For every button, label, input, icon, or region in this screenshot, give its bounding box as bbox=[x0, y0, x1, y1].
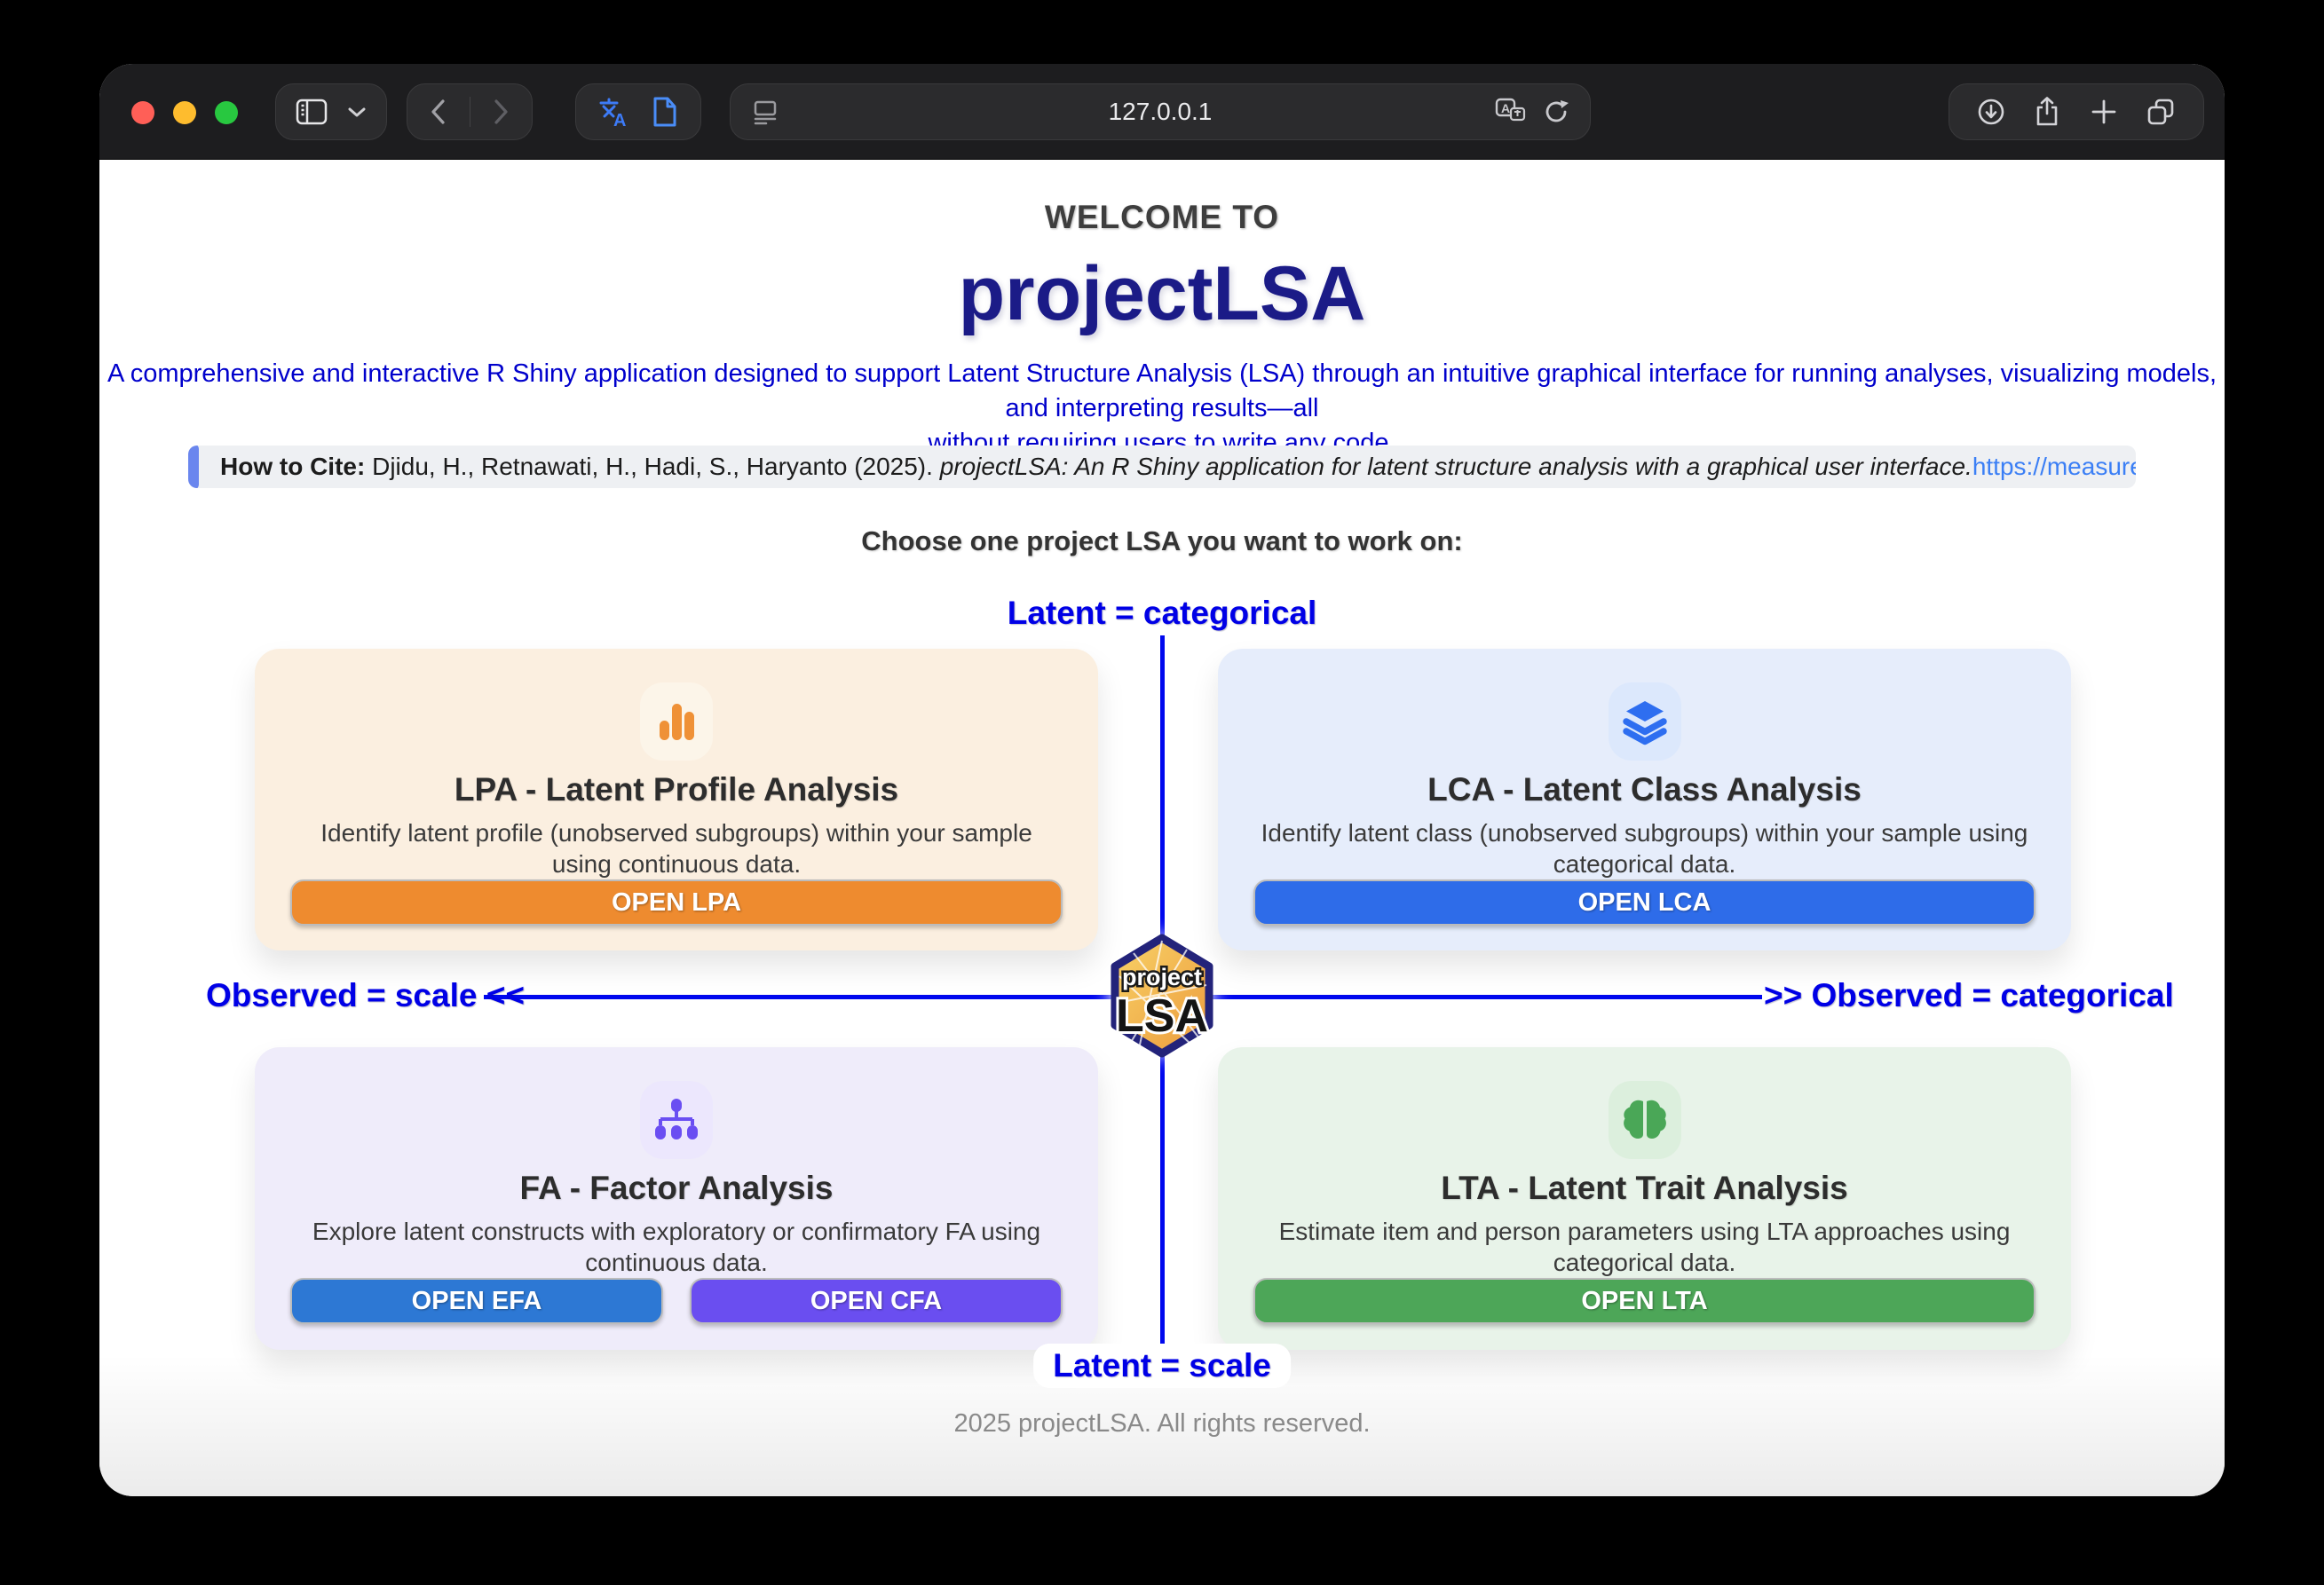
browser-toolbar: A 127.0.0.1 A bbox=[99, 64, 2225, 160]
history-nav-group bbox=[407, 83, 533, 140]
open-lca-button[interactable]: OPEN LCA bbox=[1253, 879, 2035, 926]
open-lpa-button[interactable]: OPEN LPA bbox=[290, 879, 1063, 926]
card-title: LPA - Latent Profile Analysis bbox=[455, 771, 898, 808]
card-lta: LTA - Latent Trait Analysis Estimate ite… bbox=[1218, 1047, 2071, 1350]
citation-link[interactable]: https://measure.shinyapps.io/ProjectLSA/ bbox=[1972, 453, 2136, 481]
traffic-light-minimize[interactable] bbox=[173, 101, 196, 124]
traffic-light-zoom[interactable] bbox=[215, 101, 238, 124]
citation-work-title: projectLSA: An R Shiny application for l… bbox=[940, 453, 1972, 481]
lta-icon-box bbox=[1609, 1081, 1681, 1159]
card-description: Estimate item and person parameters usin… bbox=[1253, 1216, 2035, 1278]
url-text[interactable]: 127.0.0.1 bbox=[731, 98, 1590, 126]
brain-icon bbox=[1620, 1095, 1670, 1145]
forward-button[interactable] bbox=[489, 96, 512, 128]
card-description: Identify latent class (unobserved subgro… bbox=[1253, 817, 2035, 879]
sidebar-icon bbox=[296, 99, 328, 125]
document-icon[interactable] bbox=[652, 96, 678, 128]
svg-text:LSA: LSA bbox=[1116, 990, 1208, 1042]
axis-label-left: Observed = scale << bbox=[206, 977, 525, 1014]
share-icon[interactable] bbox=[2033, 96, 2061, 128]
svg-text:project: project bbox=[1122, 964, 1202, 990]
page-tools-group: A bbox=[575, 83, 701, 140]
subtitle-line-1: A comprehensive and interactive R Shiny … bbox=[99, 357, 2225, 426]
card-lca: LCA - Latent Class Analysis Identify lat… bbox=[1218, 649, 2071, 950]
reload-icon[interactable] bbox=[1542, 97, 1570, 127]
svg-text:A: A bbox=[1501, 101, 1510, 115]
open-efa-button[interactable]: OPEN EFA bbox=[290, 1278, 663, 1324]
footer-text: 2025 projectLSA. All rights reserved. bbox=[99, 1409, 2225, 1439]
card-description: Identify latent profile (unobserved subg… bbox=[290, 817, 1063, 879]
traffic-light-close[interactable] bbox=[131, 101, 154, 124]
translate-badge-icon[interactable]: A bbox=[1494, 97, 1528, 127]
chevron-down-icon bbox=[347, 106, 367, 118]
url-bar[interactable]: 127.0.0.1 A bbox=[730, 83, 1591, 140]
layers-icon bbox=[1620, 697, 1670, 746]
downloads-button[interactable] bbox=[1977, 98, 2005, 126]
browser-window: A 127.0.0.1 A bbox=[99, 64, 2225, 1496]
sidebar-toggle-button[interactable] bbox=[275, 83, 387, 140]
tab-overview-button[interactable] bbox=[2146, 97, 2176, 127]
open-cfa-button[interactable]: OPEN CFA bbox=[690, 1278, 1063, 1324]
citation-label: How to Cite: bbox=[220, 453, 365, 481]
project-lsa-logo: project LSA bbox=[1107, 934, 1217, 1058]
card-title: LTA - Latent Trait Analysis bbox=[1441, 1170, 1847, 1207]
desktop: A 127.0.0.1 A bbox=[0, 0, 2324, 1585]
welcome-heading: WELCOME TO bbox=[99, 199, 2225, 236]
open-lta-button[interactable]: OPEN LTA bbox=[1253, 1278, 2035, 1324]
lpa-icon-box bbox=[640, 682, 713, 761]
card-fa: FA - Factor Analysis Explore latent cons… bbox=[255, 1047, 1098, 1350]
card-title: FA - Factor Analysis bbox=[520, 1170, 834, 1207]
card-lpa: LPA - Latent Profile Analysis Identify l… bbox=[255, 649, 1098, 950]
card-title: LCA - Latent Class Analysis bbox=[1427, 771, 1862, 808]
new-tab-button[interactable] bbox=[2090, 98, 2118, 126]
choose-prompt: Choose one project LSA you want to work … bbox=[99, 525, 2225, 557]
back-button[interactable] bbox=[427, 96, 450, 128]
axis-label-right: >> Observed = categorical bbox=[1764, 977, 2174, 1014]
sitemap-icon bbox=[652, 1095, 701, 1145]
citation-authors: Djidu, H., Retnawati, H., Hadi, S., Hary… bbox=[365, 453, 939, 481]
axis-label-bottom: Latent = scale bbox=[1033, 1344, 1291, 1388]
bar-chart-icon bbox=[652, 697, 701, 746]
translate-icon[interactable]: A bbox=[598, 96, 628, 128]
lca-icon-box bbox=[1609, 682, 1681, 761]
card-description: Explore latent constructs with explorato… bbox=[290, 1216, 1063, 1278]
citation-box: How to Cite: Djidu, H., Retnawati, H., H… bbox=[188, 446, 2136, 488]
window-actions-group bbox=[1949, 83, 2204, 140]
svg-text:A: A bbox=[613, 111, 626, 128]
logo-hexagon: project LSA bbox=[1107, 934, 1217, 1058]
axis-label-top: Latent = categorical bbox=[988, 591, 1337, 635]
page-title: projectLSA bbox=[99, 250, 2225, 338]
fa-icon-box bbox=[640, 1081, 713, 1159]
web-page: WELCOME TO projectLSA A comprehensive an… bbox=[99, 160, 2225, 1496]
page-settings-icon[interactable] bbox=[752, 98, 779, 126]
